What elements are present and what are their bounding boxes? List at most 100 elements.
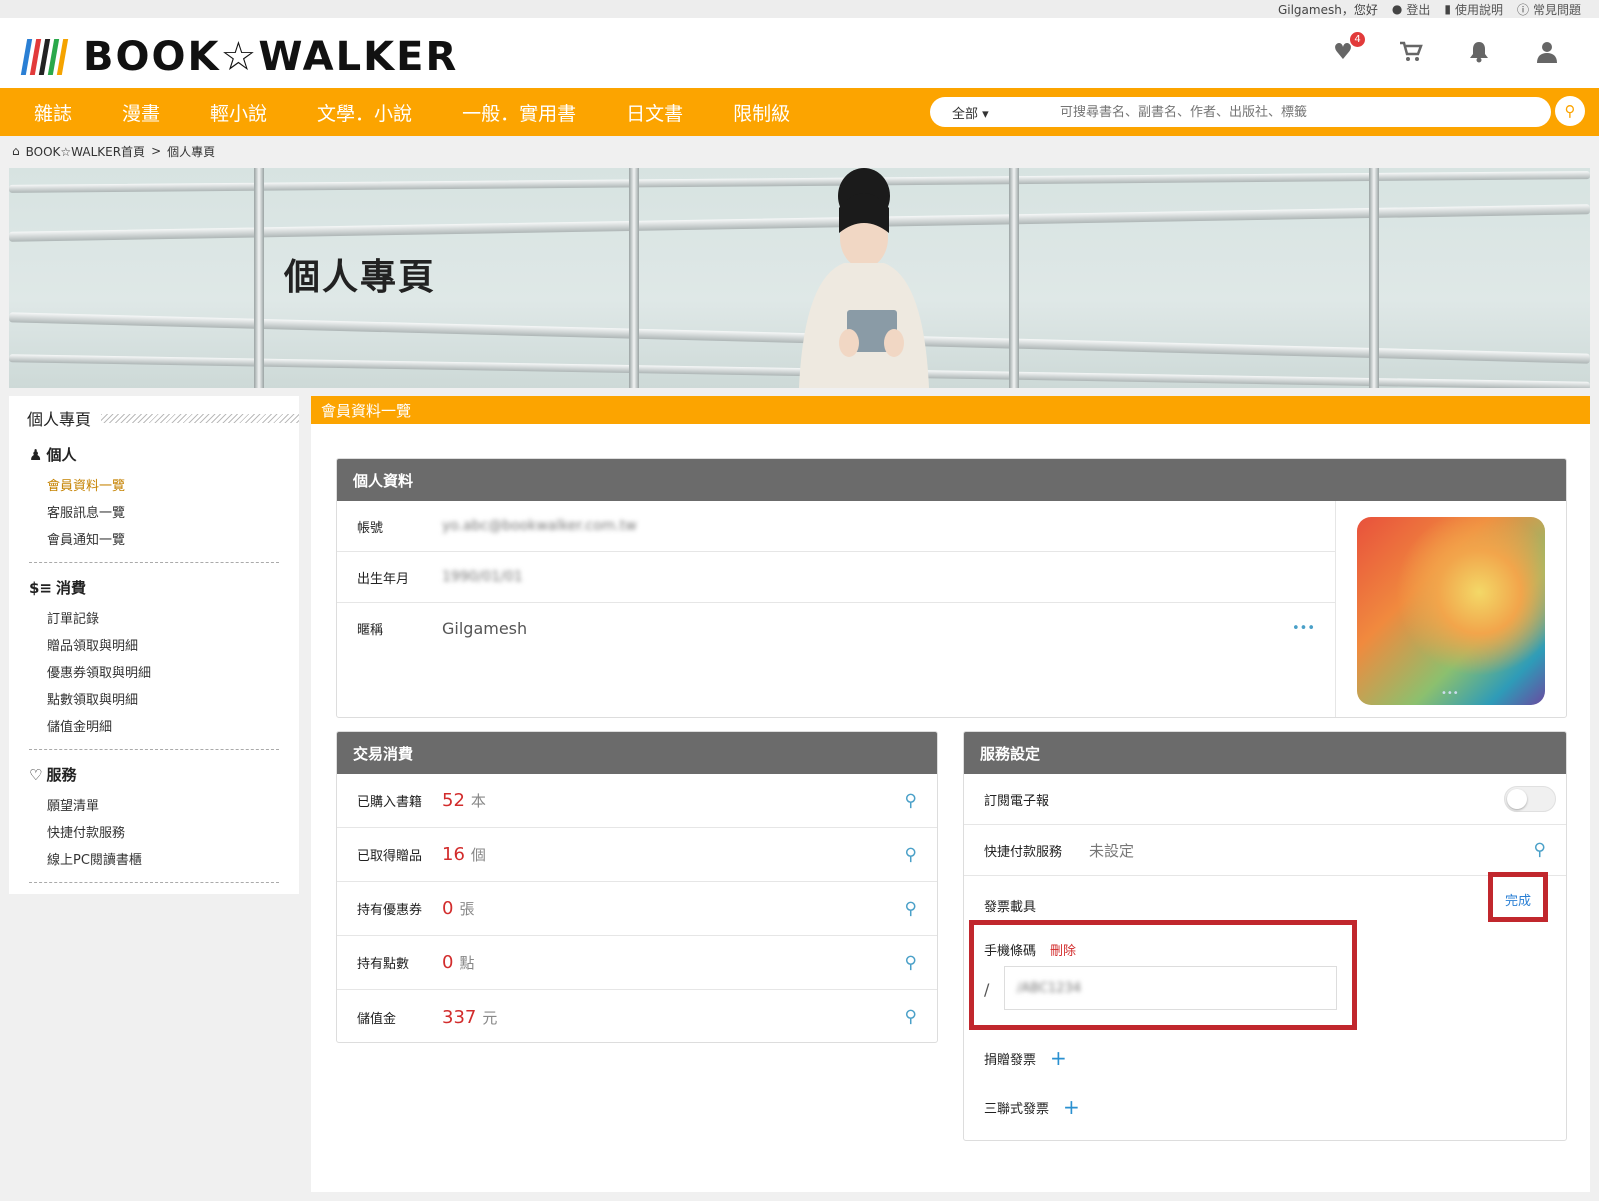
logout-link[interactable]: ● 登出 (1392, 1, 1431, 18)
logout-label[interactable]: 登出 (1406, 1, 1430, 18)
person-icon: ♟ (29, 445, 43, 464)
barcode-prefix: / (984, 980, 990, 999)
sidebar-item-quick-pay[interactable]: 快捷付款服務 (29, 818, 279, 845)
add-donate-invoice-icon[interactable]: + (1050, 1046, 1067, 1070)
breadcrumb-home[interactable]: BOOK☆WALKER首頁 (26, 143, 145, 160)
avatar-more-button[interactable]: ••• (1441, 688, 1459, 699)
transaction-unit: 個 (470, 846, 486, 864)
greeting-text: Gilgamesh，您好 (1277, 2, 1378, 17)
done-button[interactable]: 完成 (1505, 890, 1531, 909)
book-icon: ▮ (1444, 2, 1451, 16)
search-icon[interactable]: ⚲ (905, 791, 917, 811)
nav-item-restricted[interactable]: 限制級 (733, 99, 815, 126)
search-icon[interactable]: ⚲ (905, 1007, 917, 1027)
usage-label[interactable]: 使用說明 (1455, 1, 1503, 18)
quickpay-label: 快捷付款服務 (984, 844, 1063, 860)
search-button[interactable]: ⚲ (1555, 96, 1585, 126)
nickname-value: Gilgamesh (442, 619, 528, 638)
sidebar-item-member-info[interactable]: 會員資料一覽 (29, 471, 279, 498)
barcode-input[interactable]: /ABC1234 (1004, 966, 1337, 1010)
search-bar: 全部 ▾ (930, 97, 1551, 127)
money-icon: $≡ (29, 578, 53, 597)
nav-item-literature[interactable]: 文學．小說 (317, 99, 437, 126)
wishlist-heart-icon[interactable]: ♥ 4 (1331, 32, 1365, 65)
sidebar-item-points[interactable]: 點數領取與明細 (29, 685, 279, 712)
transaction-value: 0 (442, 898, 454, 919)
search-icon[interactable]: ⚲ (1534, 840, 1546, 860)
transaction-row[interactable]: 已取得贈品 16 個 ⚲ (337, 828, 937, 882)
usage-link[interactable]: ▮ 使用說明 (1444, 1, 1503, 18)
newsletter-row: 訂閱電子報 (964, 774, 1566, 825)
main-title-bar: 會員資料一覽 (311, 396, 1590, 424)
nav-item-magazine[interactable]: 雜誌 (34, 99, 97, 126)
quickpay-row: 快捷付款服務 未設定 ⚲ (964, 825, 1566, 876)
search-category-select[interactable]: 全部 ▾ (930, 103, 1010, 122)
search-icon[interactable]: ⚲ (905, 953, 917, 973)
search-icon[interactable]: ⚲ (905, 899, 917, 919)
services-card-title: 服務設定 (964, 732, 1566, 774)
transaction-value: 0 (442, 952, 454, 973)
top-utility-bar: Gilgamesh，您好 ● 登出 ▮ 使用說明 ⓘ 常見問題 (0, 0, 1599, 18)
triplicate-invoice-label: 三聯式發票 (984, 1101, 1050, 1117)
sidebar-section-title: 消費 (56, 579, 87, 597)
nickname-label: 暱稱 (357, 623, 384, 638)
sidebar-item-wishlist[interactable]: 願望清單 (29, 791, 279, 818)
birth-label: 出生年月 (357, 571, 410, 587)
add-triplicate-invoice-icon[interactable]: + (1063, 1095, 1080, 1119)
nickname-row: 暱稱 Gilgamesh ••• (337, 603, 1335, 654)
banner-title: 個人專頁 (284, 257, 437, 298)
transaction-row[interactable]: 持有優惠券 0張 ⚲ (337, 882, 937, 936)
transaction-unit: 元 (482, 1008, 498, 1027)
nav-item-manga[interactable]: 漫畫 (122, 99, 185, 126)
birth-row: 出生年月 1990/01/01 (337, 552, 1335, 603)
nickname-more-button[interactable]: ••• (1292, 621, 1315, 636)
sidebar-section-spending: $≡ 消費 訂單記錄 贈品領取與明細 優惠券領取與明細 點數領取與明細 儲值金明細 (29, 577, 279, 750)
sidebar-item-pc-bookshelf[interactable]: 線上PC閱讀書櫃 (29, 845, 279, 872)
site-logo[interactable]: BOOK☆WALKER (20, 34, 459, 80)
sidebar-item-coupons[interactable]: 優惠券領取與明細 (29, 658, 279, 685)
sidebar-section-title: 服務 (46, 766, 77, 784)
nav-item-japanese[interactable]: 日文書 (626, 99, 708, 126)
logo-stripes-icon (20, 39, 69, 75)
main-content: 會員資料一覽 個人資料 帳號 yo.abc@bookwalker.com.tw … (311, 396, 1590, 1192)
profile-card: 個人資料 帳號 yo.abc@bookwalker.com.tw 出生年月 19… (336, 458, 1567, 718)
sidebar-item-orders[interactable]: 訂單記錄 (29, 604, 279, 631)
wishlist-count-badge: 4 (1350, 32, 1365, 47)
nav-item-light-novel[interactable]: 輕小說 (210, 99, 292, 126)
profile-card-title: 個人資料 (337, 459, 1566, 501)
faq-link[interactable]: ⓘ 常見問題 (1517, 1, 1581, 18)
sidebar-item-stored-value[interactable]: 儲值金明細 (29, 712, 279, 739)
faq-label[interactable]: 常見問題 (1533, 1, 1581, 18)
question-icon: ⓘ (1516, 2, 1529, 17)
search-input[interactable] (1010, 104, 1551, 120)
sidebar-item-notifications[interactable]: 會員通知一覽 (29, 525, 279, 552)
cart-icon[interactable] (1399, 40, 1423, 64)
person-reading-tablet-image (799, 168, 929, 388)
invoice-section: 發票載具 完成 手機條碼 刪除 / /ABC1234 捐贈發票 + 三聯式發票 … (964, 872, 1566, 1126)
account-row: 帳號 yo.abc@bookwalker.com.tw (337, 501, 1335, 552)
transaction-label: 持有點數 (357, 957, 410, 972)
newsletter-toggle[interactable] (1504, 786, 1556, 812)
breadcrumb: ⌂ BOOK☆WALKER首頁 > 個人專頁 (0, 136, 1599, 166)
delete-link[interactable]: 刪除 (1050, 940, 1076, 959)
newsletter-label: 訂閱電子報 (984, 793, 1050, 809)
transactions-card-title: 交易消費 (337, 732, 937, 774)
logo-text: BOOK☆WALKER (83, 34, 459, 80)
transaction-row[interactable]: 已購入書籍 52 本 ⚲ (337, 774, 937, 828)
main-nav: 雜誌 漫畫 輕小說 文學．小說 一般．實用書 日文書 限制級 全部 ▾ (0, 88, 1599, 136)
transaction-row[interactable]: 持有點數 0點 ⚲ (337, 936, 937, 990)
search-icon: ⚲ (1564, 102, 1576, 120)
nav-item-general[interactable]: 一般．實用書 (462, 99, 601, 126)
sidebar-item-support-messages[interactable]: 客服訊息一覽 (29, 498, 279, 525)
avatar[interactable]: ••• (1357, 517, 1545, 705)
transaction-row[interactable]: 儲值金 337 元 ⚲ (337, 990, 937, 1042)
sidebar-section-personal: ♟ 個人 會員資料一覽 客服訊息一覽 會員通知一覽 (29, 444, 279, 563)
bell-icon[interactable] (1467, 40, 1491, 64)
transaction-unit: 張 (459, 900, 475, 918)
sidebar-item-gifts[interactable]: 贈品領取與明細 (29, 631, 279, 658)
account-icon[interactable] (1535, 40, 1559, 64)
profile-banner: 個人專頁 (9, 168, 1590, 388)
sidebar-header: 個人專頁 (9, 396, 299, 430)
search-icon[interactable]: ⚲ (905, 845, 917, 865)
sidebar-title: 個人專頁 (27, 410, 92, 429)
